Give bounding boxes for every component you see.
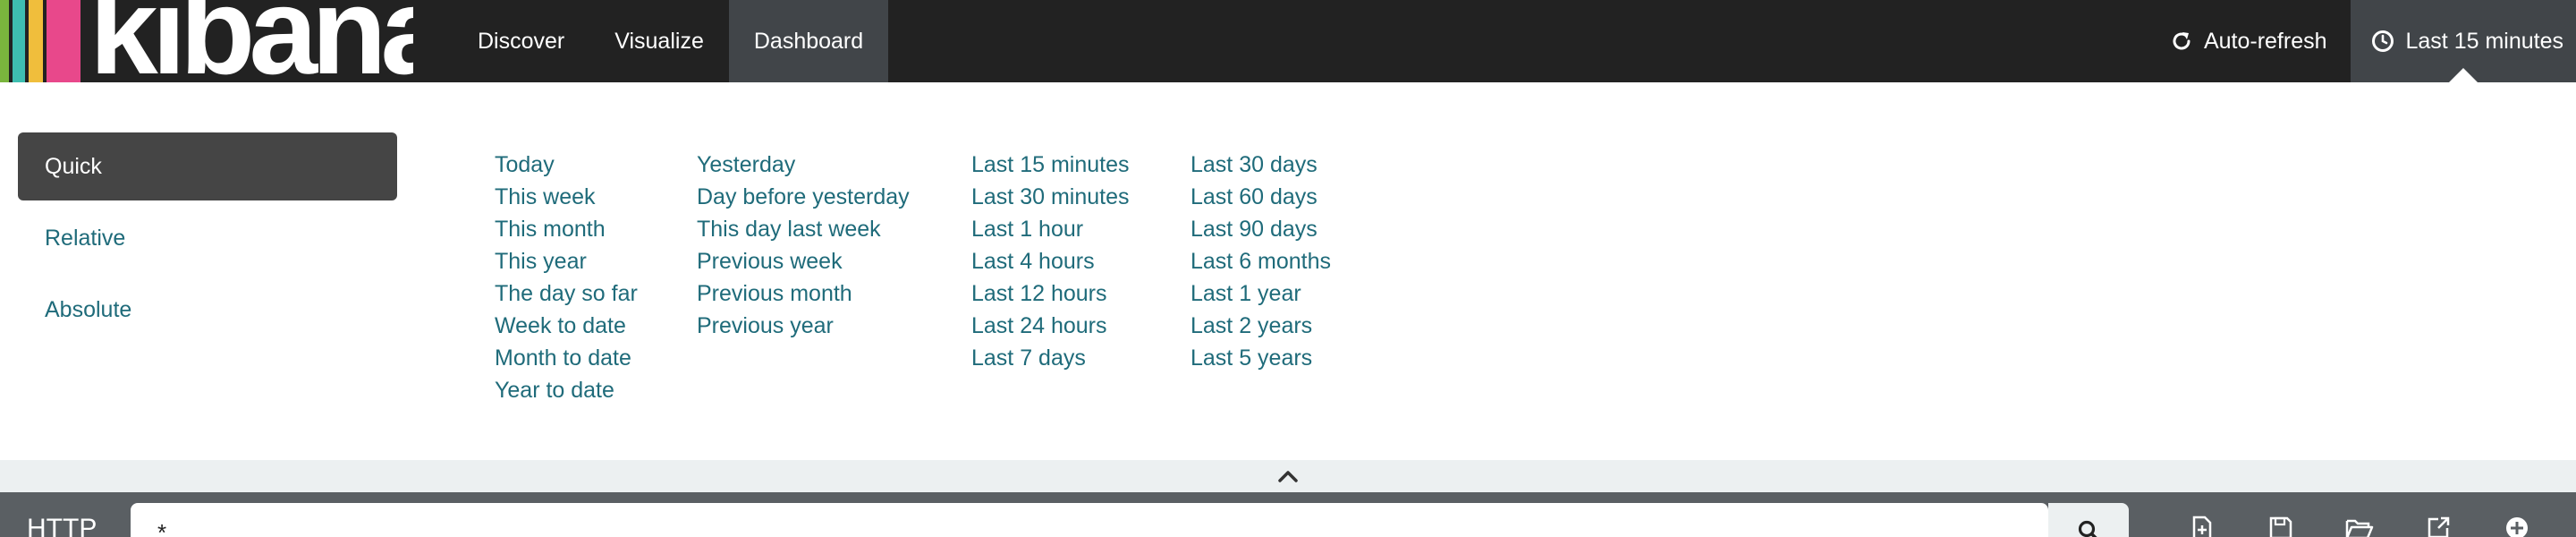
- search-button[interactable]: [2048, 503, 2129, 537]
- quick-option[interactable]: Previous week: [697, 245, 910, 277]
- logo-stripe: [0, 0, 9, 82]
- nav-right: Auto-refresh Last 15 minutes: [2147, 0, 2576, 82]
- quick-option[interactable]: Month to date: [495, 342, 638, 374]
- tab-visualize[interactable]: Visualize: [589, 0, 729, 82]
- timepicker-label: Last 15 minutes: [2405, 28, 2564, 54]
- timepicker-panel: Quick Relative Absolute Today This week …: [0, 82, 2576, 460]
- quick-option[interactable]: Last 4 hours: [971, 245, 1130, 277]
- query-label: HTTP: [27, 514, 97, 537]
- quick-option[interactable]: This month: [495, 213, 638, 245]
- tab-dashboard[interactable]: Dashboard: [728, 0, 889, 82]
- quick-option[interactable]: Last 2 years: [1191, 310, 1331, 342]
- quick-option[interactable]: Today: [495, 149, 638, 181]
- open-dashboard-button[interactable]: [2320, 516, 2399, 537]
- mode-relative[interactable]: Relative: [18, 204, 397, 272]
- quick-option[interactable]: Day before yesterday: [697, 181, 910, 213]
- quick-option[interactable]: Last 12 hours: [971, 277, 1130, 310]
- quick-option[interactable]: Yesterday: [697, 149, 910, 181]
- quick-option[interactable]: Last 7 days: [971, 342, 1130, 374]
- clock-icon: [2370, 29, 2395, 54]
- add-panel-button[interactable]: [2478, 516, 2556, 537]
- add-panel-icon: [2504, 516, 2529, 537]
- quick-option[interactable]: Last 15 minutes: [971, 149, 1130, 181]
- quick-option[interactable]: Last 30 days: [1191, 149, 1331, 181]
- quick-option[interactable]: Last 6 months: [1191, 245, 1331, 277]
- quick-option[interactable]: Year to date: [495, 374, 638, 406]
- quick-option[interactable]: This day last week: [697, 213, 910, 245]
- quick-option[interactable]: Previous month: [697, 277, 910, 310]
- logo-stripe: [13, 0, 25, 82]
- quick-column-3: Last 15 minutes Last 30 minutes Last 1 h…: [971, 149, 1130, 374]
- quick-option[interactable]: Last 30 minutes: [971, 181, 1130, 213]
- dashboard-tools: [2163, 516, 2556, 537]
- logo-stripe: [29, 0, 43, 82]
- quick-column-2: Yesterday Day before yesterday This day …: [697, 149, 910, 342]
- quick-column-1: Today This week This month This year The…: [495, 149, 638, 406]
- query-bar: HTTP: [0, 492, 2576, 537]
- timepicker-button[interactable]: Last 15 minutes: [2350, 0, 2576, 82]
- quick-option[interactable]: Week to date: [495, 310, 638, 342]
- quick-option[interactable]: Last 60 days: [1191, 181, 1331, 213]
- mode-absolute[interactable]: Absolute: [18, 276, 397, 344]
- quick-option[interactable]: The day so far: [495, 277, 638, 310]
- quick-option[interactable]: Last 5 years: [1191, 342, 1331, 374]
- share-icon: [2426, 516, 2451, 537]
- new-dashboard-button[interactable]: [2163, 516, 2241, 537]
- save-dashboard-button[interactable]: [2241, 516, 2320, 537]
- save-icon: [2268, 516, 2293, 537]
- logo-stripe: [47, 0, 80, 82]
- chevron-up-icon[interactable]: [1276, 465, 1300, 488]
- open-folder-icon: [2345, 516, 2374, 537]
- quick-option[interactable]: Last 90 days: [1191, 213, 1331, 245]
- nav-tabs: Discover Visualize Dashboard: [453, 0, 889, 82]
- logo-wordmark: kibana: [89, 0, 413, 82]
- mode-quick[interactable]: Quick: [18, 132, 397, 200]
- share-dashboard-button[interactable]: [2399, 516, 2478, 537]
- timepicker-modes: Quick Relative Absolute: [18, 132, 397, 347]
- new-document-icon: [2190, 516, 2214, 537]
- top-nav: kibana Discover Visualize Dashboard Auto…: [0, 0, 2576, 82]
- quick-option[interactable]: Last 1 hour: [971, 213, 1130, 245]
- query-input[interactable]: [131, 503, 2048, 537]
- quick-column-4: Last 30 days Last 60 days Last 90 days L…: [1191, 149, 1331, 374]
- quick-option[interactable]: Last 1 year: [1191, 277, 1331, 310]
- timepicker-collapse-bar: [0, 460, 2576, 492]
- tab-discover[interactable]: Discover: [453, 0, 589, 82]
- quick-option[interactable]: Last 24 hours: [971, 310, 1130, 342]
- refresh-icon: [2170, 30, 2193, 53]
- kibana-logo[interactable]: kibana: [0, 0, 413, 82]
- auto-refresh-button[interactable]: Auto-refresh: [2147, 0, 2351, 82]
- quick-option[interactable]: Previous year: [697, 310, 910, 342]
- quick-option[interactable]: This week: [495, 181, 638, 213]
- auto-refresh-label: Auto-refresh: [2203, 28, 2327, 54]
- quick-option[interactable]: This year: [495, 245, 638, 277]
- search-icon: [2077, 519, 2100, 537]
